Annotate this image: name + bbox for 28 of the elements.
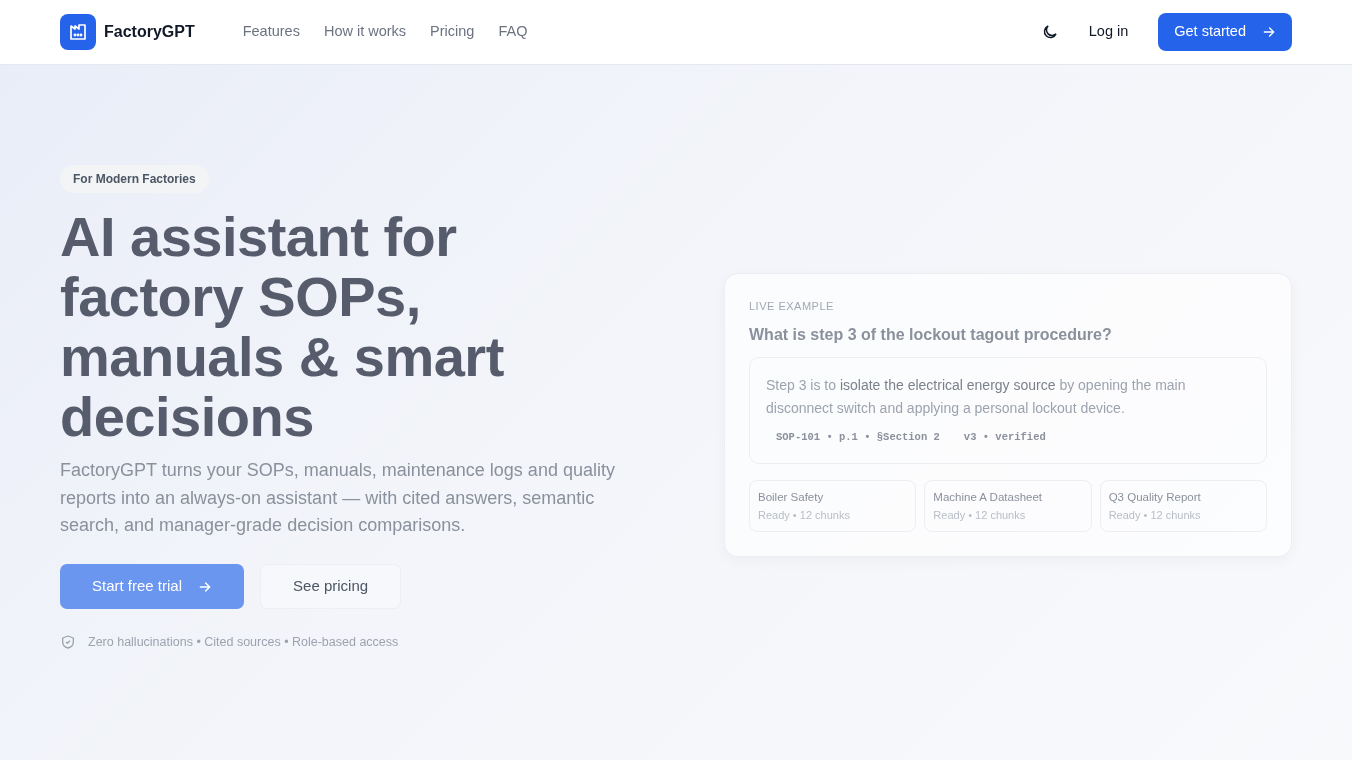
answer-text: Step 3 is to isolate the electrical energy source by opening the main disconnect switch and applying a personal lockout device.	[766, 375, 1187, 418]
trust-line: Zero hallucinations • Cited sources • Role-based access	[88, 633, 399, 651]
hero-description: FactoryGPT turns your SOPs, manuals, maintenance logs and quality reports into an always-on assistant — with cited answers, semantic search, and manager-grade decision comparisons.	[60, 458, 616, 538]
brand-name[interactable]: FactoryGPT	[104, 20, 195, 44]
arrow-icon	[198, 579, 213, 594]
document-status: Ready • 12 chunks	[1108, 507, 1202, 523]
factory-icon	[60, 14, 96, 50]
arrow-icon	[1262, 25, 1276, 39]
get-started-button[interactable]: Get started	[1158, 13, 1292, 51]
card-eyebrow: LIVE EXAMPLE	[749, 299, 835, 314]
document-status: Ready • 12 chunks	[933, 507, 1027, 523]
document-name: Q3 Quality Report	[1108, 490, 1202, 506]
nav-link[interactable]: Features	[242, 21, 300, 43]
hero-badge: For Modern Factories	[60, 165, 209, 193]
nav-link[interactable]: How it works	[323, 21, 407, 43]
document-name: Machine A Datasheet	[933, 490, 1043, 506]
shield-check-icon	[60, 634, 76, 651]
document-status: Ready • 12 chunks	[758, 507, 851, 523]
hero-title: AI assistant for factory SOPs, manuals & smart decisions	[60, 207, 505, 447]
citation-tag: v3 • verified	[953, 427, 1056, 448]
citation-tag: SOP-101 • p.1 • §Section 2	[766, 427, 950, 448]
example-question: What is step 3 of the lockout tagout procedure?	[749, 324, 1113, 345]
document-name: Boiler Safety	[758, 490, 825, 506]
login-button[interactable]: Log in	[1082, 20, 1135, 44]
nav-link[interactable]: FAQ	[498, 21, 528, 43]
start-trial-button[interactable]: Start free trial	[60, 564, 245, 609]
see-pricing-button[interactable]: See pricing	[260, 564, 402, 609]
nav-link[interactable]: Pricing	[430, 21, 475, 43]
